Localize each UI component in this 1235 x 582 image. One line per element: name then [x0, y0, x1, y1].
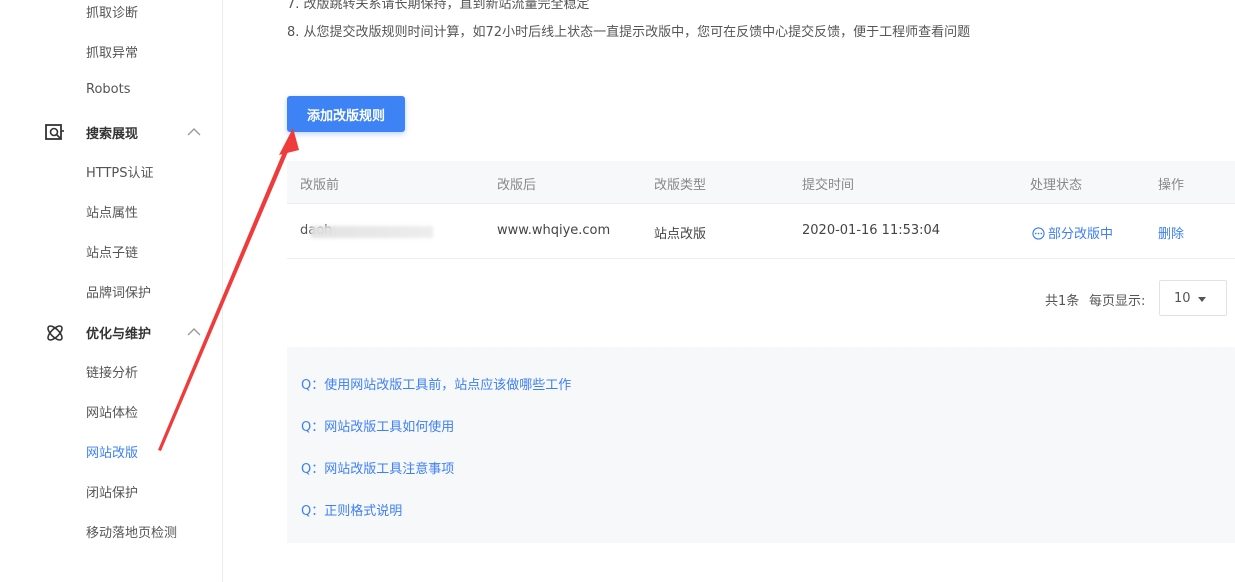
table-row: daoh www.whqiye.com 站点改版 2020-01-16 11:5…	[287, 204, 1235, 259]
note-line-8: 8. 从您提交改版规则时间计算，如72小时后线上状态一直提示改版中，您可在反馈中…	[287, 25, 971, 40]
note-line-7: 7. 改版跳转关系请长期保持，直到新站流量完全稳定	[287, 0, 590, 12]
cell-type: 站点改版	[654, 227, 707, 242]
sidebar-item-site-revision[interactable]: 网站改版	[86, 442, 138, 461]
sidebar-item-site-closure-protection[interactable]: 闭站保护	[86, 482, 138, 501]
faq-link-how-to-use[interactable]: Q：网站改版工具如何使用	[301, 416, 454, 435]
total-count: 共1条	[1045, 294, 1080, 309]
sidebar-item-https[interactable]: HTTPS认证	[86, 162, 154, 181]
revision-rules-table: 改版前 改版后 改版类型 提交时间 处理状态 操作 daoh www.whqiy…	[287, 161, 1235, 259]
chevron-up-icon[interactable]	[186, 126, 202, 138]
main-content: 7. 改版跳转关系请长期保持，直到新站流量完全稳定 8. 从您提交改版规则时间计…	[223, 0, 1235, 582]
status-label: 部分改版中	[1048, 227, 1114, 242]
sidebar-item-link-analysis[interactable]: 链接分析	[86, 362, 138, 381]
column-header-submit-time: 提交时间	[802, 178, 855, 193]
chevron-up-icon[interactable]	[186, 326, 202, 338]
delete-link[interactable]: 删除	[1158, 223, 1184, 242]
per-page-label: 每页显示:	[1089, 294, 1146, 309]
cell-status[interactable]: 部分改版中	[1032, 223, 1113, 242]
column-header-action: 操作	[1158, 178, 1185, 193]
column-header-before: 改版前	[300, 178, 340, 193]
per-page-select[interactable]: 10	[1159, 280, 1227, 316]
faq-link-notes[interactable]: Q：网站改版工具注意事项	[301, 458, 454, 477]
redacted-blur	[311, 226, 433, 238]
cell-submit-time: 2020-01-16 11:53:04	[802, 223, 941, 238]
sidebar-group-label: 优化与维护	[86, 327, 152, 342]
table-header: 改版前 改版后 改版类型 提交时间 处理状态 操作	[287, 161, 1235, 204]
faq-panel: Q：使用网站改版工具前，站点应该做哪些工作 Q：网站改版工具如何使用 Q：网站改…	[287, 347, 1235, 543]
more-dots-circle-icon	[1032, 227, 1045, 240]
sidebar-item-sitelinks[interactable]: 站点子链	[86, 242, 138, 261]
cell-after-url: www.whqiye.com	[497, 223, 611, 238]
sidebar-item-brand-protection[interactable]: 品牌词保护	[86, 282, 151, 301]
sidebar-item-site-attributes[interactable]: 站点属性	[86, 202, 138, 221]
sidebar-item-site-checkup[interactable]: 网站体检	[86, 402, 138, 421]
sidebar-item-robots[interactable]: Robots	[86, 82, 130, 97]
sidebar-group-label: 搜索展现	[86, 127, 139, 142]
column-header-type: 改版类型	[654, 178, 707, 193]
sidebar-item-crawl-errors[interactable]: 抓取异常	[86, 42, 138, 61]
faq-link-preparation[interactable]: Q：使用网站改版工具前，站点应该做哪些工作	[301, 374, 571, 393]
sidebar-group-search-display[interactable]: 搜索展现	[0, 117, 222, 147]
column-header-after: 改版后	[497, 178, 537, 193]
sidebar-item-mobile-landing-check[interactable]: 移动落地页检测	[86, 522, 177, 541]
caret-down-icon	[1198, 297, 1206, 302]
sidebar-group-optimize[interactable]: 优化与维护	[0, 317, 222, 347]
atom-icon	[47, 325, 63, 341]
faq-link-regex-format[interactable]: Q：正则格式说明	[301, 500, 402, 519]
search-display-icon	[45, 124, 64, 140]
sidebar: 抓取诊断 抓取异常 Robots 搜索展现 HTTPS认证 站点属性 站点子链 …	[0, 0, 223, 582]
sidebar-item-crawl-diagnosis[interactable]: 抓取诊断	[86, 2, 138, 21]
per-page-value: 10	[1174, 291, 1191, 306]
column-header-status: 处理状态	[1030, 178, 1083, 193]
add-revision-rule-button[interactable]: 添加改版规则	[287, 96, 405, 132]
